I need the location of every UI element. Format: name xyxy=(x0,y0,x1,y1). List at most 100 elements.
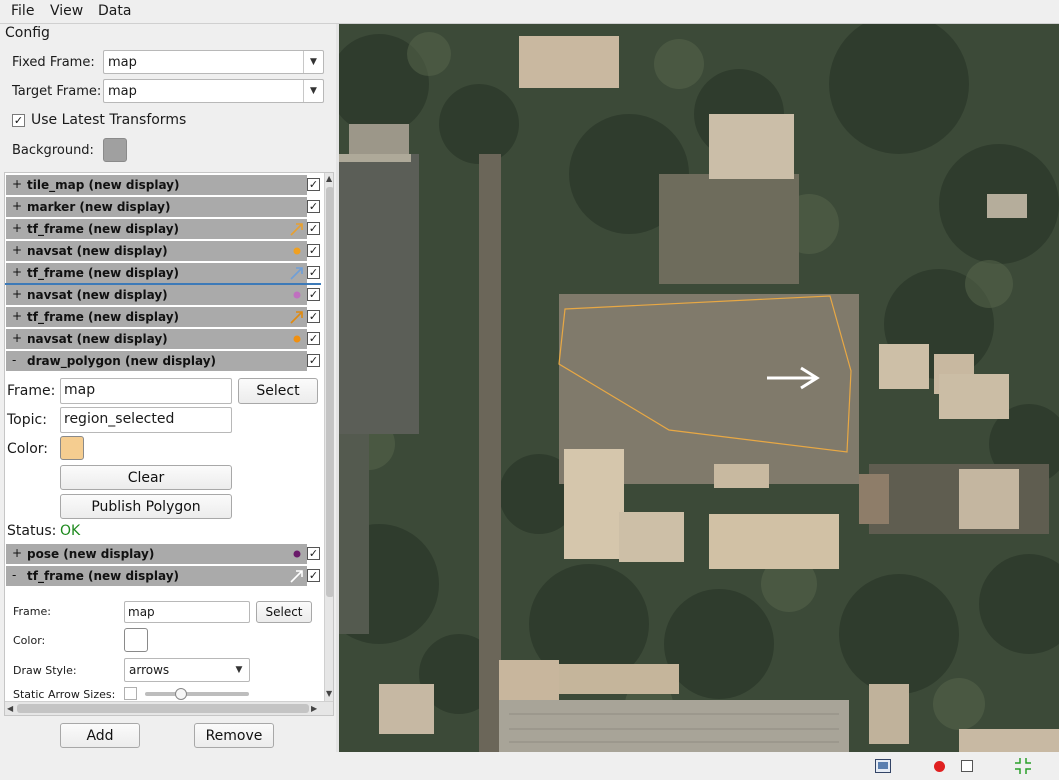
status-bar xyxy=(339,752,1059,780)
tree-horizontal-scrollbar[interactable]: ◀ ▶ xyxy=(5,701,333,715)
display-row-tf-frame[interactable]: + tf_frame (new display) xyxy=(6,263,307,283)
display-row-navsat[interactable]: + navsat (new display) xyxy=(6,241,307,261)
satellite-map xyxy=(339,24,1059,752)
display-row-draw-polygon[interactable]: - draw_polygon (new display) xyxy=(6,351,307,371)
dp-topic-input[interactable]: region_selected xyxy=(60,407,232,433)
menu-data[interactable]: Data xyxy=(98,3,131,19)
dp-status-value: OK xyxy=(60,523,81,539)
use-latest-label: Use Latest Transforms xyxy=(31,112,187,128)
dp-publish-button[interactable]: Publish Polygon xyxy=(60,494,232,519)
display-label: tf_frame (new display) xyxy=(27,222,180,236)
dp-frame-input[interactable]: map xyxy=(60,378,232,404)
display-enable-checkbox[interactable]: ✓ xyxy=(307,288,320,301)
display-enable-checkbox[interactable]: ✓ xyxy=(307,266,320,279)
display-enable-checkbox[interactable]: ✓ xyxy=(307,354,320,367)
display-enable-checkbox[interactable]: ✓ xyxy=(307,178,320,191)
display-tree: + tile_map (new display) ✓ + marker (new… xyxy=(4,172,334,716)
arrow-icon xyxy=(290,570,303,583)
add-display-button[interactable]: Add xyxy=(60,723,140,748)
display-row-tf-frame[interactable]: + tf_frame (new display) xyxy=(6,307,307,327)
display-enable-checkbox[interactable]: ✓ xyxy=(307,200,320,213)
display-row-navsat[interactable]: + navsat (new display) xyxy=(6,285,307,305)
expand-toggle[interactable]: + xyxy=(12,243,22,257)
scroll-thumb[interactable] xyxy=(17,704,309,713)
tf-select-button[interactable]: Select xyxy=(256,601,312,623)
display-row-navsat[interactable]: + navsat (new display) xyxy=(6,329,307,349)
target-frame-combo[interactable]: map ▼ xyxy=(103,79,324,103)
dot-icon xyxy=(293,247,301,255)
target-frame-value: map xyxy=(108,84,137,99)
chevron-down-icon: ▼ xyxy=(303,51,323,73)
scroll-up-icon[interactable]: ▲ xyxy=(326,174,332,183)
dp-topic-label: Topic: xyxy=(7,412,47,428)
expand-toggle[interactable]: + xyxy=(12,221,22,235)
display-enable-checkbox[interactable]: ✓ xyxy=(307,222,320,235)
display-label: tf_frame (new display) xyxy=(27,310,180,324)
fixed-frame-value: map xyxy=(108,55,137,70)
tree-vertical-scrollbar[interactable]: ▲ ▼ xyxy=(324,173,333,701)
expand-toggle[interactable]: + xyxy=(12,287,22,301)
display-row-tf-frame[interactable]: + tf_frame (new display) xyxy=(6,219,307,239)
expand-toggle[interactable]: + xyxy=(12,546,22,560)
scroll-down-icon[interactable]: ▼ xyxy=(326,689,332,698)
fit-icon[interactable] xyxy=(1014,757,1032,775)
display-label: marker (new display) xyxy=(27,200,171,214)
display-label: navsat (new display) xyxy=(27,288,168,302)
chevron-down-icon: ▼ xyxy=(235,665,243,675)
scroll-left-icon[interactable]: ◀ xyxy=(7,704,13,713)
remove-display-button[interactable]: Remove xyxy=(194,723,274,748)
stop-icon[interactable] xyxy=(961,760,973,772)
fixed-frame-label: Fixed Frame: xyxy=(12,55,95,70)
draw-style-value: arrows xyxy=(129,663,170,677)
display-label: draw_polygon (new display) xyxy=(27,354,217,368)
display-label: tf_frame (new display) xyxy=(27,569,180,583)
display-enable-checkbox[interactable]: ✓ xyxy=(307,569,320,582)
dp-select-button[interactable]: Select xyxy=(238,378,318,404)
display-row-marker[interactable]: + marker (new display) xyxy=(6,197,307,217)
menu-file[interactable]: File xyxy=(11,3,34,19)
display-enable-checkbox[interactable]: ✓ xyxy=(307,244,320,257)
dp-clear-button[interactable]: Clear xyxy=(60,465,232,490)
menu-view[interactable]: View xyxy=(50,3,83,19)
display-enable-checkbox[interactable]: ✓ xyxy=(307,310,320,323)
dp-color-label: Color: xyxy=(7,441,49,457)
collapse-toggle[interactable]: - xyxy=(12,568,16,582)
record-icon[interactable] xyxy=(933,760,946,773)
display-enable-checkbox[interactable]: ✓ xyxy=(307,547,320,560)
arrow-icon xyxy=(290,311,303,324)
tf-frame-input[interactable]: map xyxy=(124,601,250,623)
display-row-pose[interactable]: + pose (new display) xyxy=(6,544,307,564)
display-row-tf-frame[interactable]: - tf_frame (new display) xyxy=(6,566,307,586)
expand-toggle[interactable]: + xyxy=(12,265,22,279)
display-label: pose (new display) xyxy=(27,547,155,561)
image-icon[interactable] xyxy=(875,759,891,773)
display-enable-checkbox[interactable]: ✓ xyxy=(307,332,320,345)
arrow-icon xyxy=(290,223,303,236)
fixed-frame-combo[interactable]: map ▼ xyxy=(103,50,324,74)
display-row-tile-map[interactable]: + tile_map (new display) xyxy=(6,175,307,195)
tf-arrow-size-slider[interactable] xyxy=(145,692,249,696)
dp-color-button[interactable] xyxy=(60,436,84,460)
tf-static-arrow-checkbox[interactable] xyxy=(124,687,137,700)
target-frame-label: Target Frame: xyxy=(12,84,102,99)
tf-draw-style-combo[interactable]: arrows ▼ xyxy=(124,658,250,682)
tf-color-label: Color: xyxy=(13,634,46,647)
background-color-button[interactable] xyxy=(103,138,127,162)
expand-toggle[interactable]: + xyxy=(12,331,22,345)
scroll-thumb[interactable] xyxy=(326,187,333,597)
display-label: tile_map (new display) xyxy=(27,178,180,192)
dot-icon xyxy=(293,291,301,299)
tf-arrow-size-handle[interactable] xyxy=(175,688,187,700)
expand-toggle[interactable]: + xyxy=(12,199,22,213)
arrow-icon xyxy=(290,267,303,280)
collapse-toggle[interactable]: - xyxy=(12,353,16,367)
config-title: Config xyxy=(5,25,50,41)
scroll-right-icon[interactable]: ▶ xyxy=(311,704,317,713)
map-view[interactable] xyxy=(339,24,1059,752)
tf-color-button[interactable] xyxy=(124,628,148,652)
expand-toggle[interactable]: + xyxy=(12,177,22,191)
display-label: navsat (new display) xyxy=(27,244,168,258)
display-label: tf_frame (new display) xyxy=(27,266,180,280)
expand-toggle[interactable]: + xyxy=(12,309,22,323)
use-latest-checkbox[interactable]: ✓ xyxy=(12,114,25,127)
